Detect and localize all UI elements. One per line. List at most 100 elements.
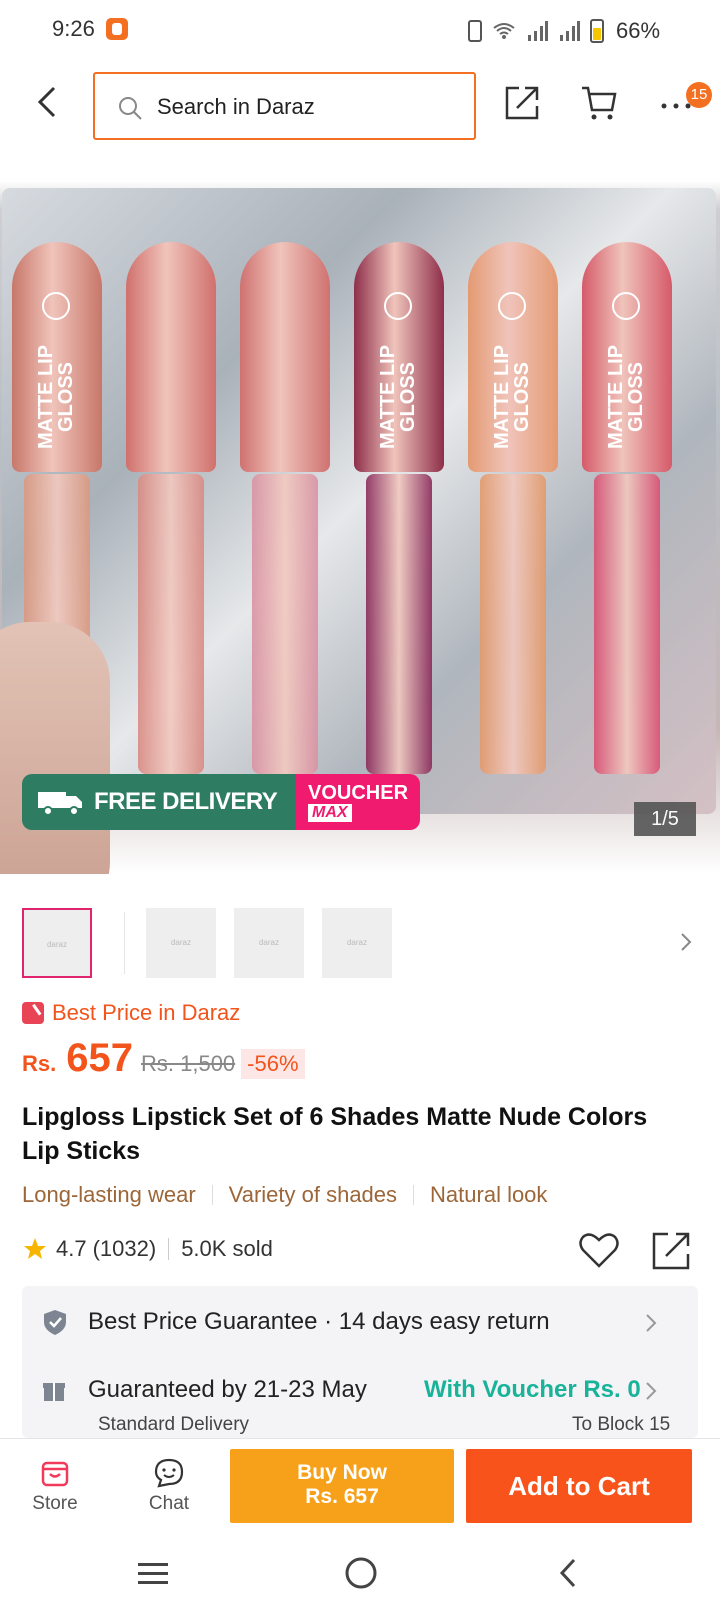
tag-separator [413, 1185, 415, 1205]
lipstick-tube [480, 474, 546, 774]
share-icon[interactable] [503, 84, 541, 122]
brand-logo-icon [384, 292, 412, 320]
wishlist-heart-icon[interactable] [578, 1230, 620, 1270]
tag-item: Natural look [430, 1182, 548, 1207]
thumbnail-divider [124, 912, 125, 974]
discount-badge: -56% [241, 1049, 305, 1079]
delivery-type: Standard Delivery [98, 1414, 250, 1435]
price-currency: Rs. [22, 1051, 57, 1076]
price-tag-icon [22, 1002, 44, 1024]
cart-icon[interactable] [580, 84, 618, 122]
system-navigation-bar [0, 1534, 720, 1612]
battery-percent: 66% [616, 18, 661, 43]
rating-separator [168, 1238, 170, 1260]
lipstick-label: MATTE LIP GLOSS [35, 344, 77, 450]
lipstick-3 [240, 242, 330, 782]
product-tags: Long-lasting wear Variety of shades Natu… [22, 1182, 547, 1208]
thumbnail-4[interactable]: daraz [322, 908, 392, 978]
lipstick-cap: MATTE LIP GLOSS [12, 242, 102, 472]
voucher-text: VOUCHER [308, 782, 409, 804]
recent-apps-icon[interactable] [136, 1560, 170, 1588]
share-icon[interactable] [650, 1230, 692, 1272]
signal-icon [528, 21, 548, 41]
rating-row[interactable]: 4.7 (1032) 5.0K sold [22, 1236, 273, 1262]
status-time: 9:26 [52, 16, 95, 41]
notification-badge: 15 [686, 82, 712, 108]
lipstick-cap: MATTE LIP GLOSS [468, 242, 558, 472]
delivery-location: To Block 15 [572, 1414, 671, 1435]
thumbnail-1[interactable]: daraz [22, 908, 92, 978]
lipstick-2 [126, 242, 216, 782]
best-price-text: Best Price in Daraz [52, 1000, 241, 1025]
original-price: Rs. 1,500 [141, 1051, 236, 1076]
search-icon [119, 97, 142, 120]
free-delivery-badge: FREE DELIVERY [22, 774, 296, 830]
tag-item: Long-lasting wear [22, 1182, 196, 1207]
service-info-card: Best Price Guarantee · 14 days easy retu… [22, 1286, 698, 1438]
brand-logo-icon [498, 292, 526, 320]
voucher-shipping: With Voucher Rs. 0 [424, 1376, 641, 1403]
buy-now-button[interactable]: Buy Now Rs. 657 [230, 1449, 454, 1523]
vibrate-icon [468, 20, 482, 42]
review-count: (1032) [92, 1236, 157, 1261]
brand-logo-icon [612, 292, 640, 320]
best-price-label: Best Price in Daraz [22, 1000, 240, 1026]
daraz-app-icon [106, 18, 128, 40]
buy-now-label: Buy Now [297, 1461, 387, 1484]
product-title: Lipgloss Lipstick Set of 6 Shades Matte … [22, 1103, 648, 1165]
guarantee-row[interactable]: Best Price Guarantee · 14 days easy retu… [22, 1286, 698, 1358]
lipstick-tube [366, 474, 432, 774]
wifi-icon [493, 23, 515, 39]
chevron-right-icon [646, 1382, 657, 1400]
image-counter: 1/5 [634, 802, 696, 836]
system-back-icon[interactable] [556, 1556, 580, 1590]
lipstick-label: MATTE LIP GLOSS [605, 344, 647, 450]
lipstick-cap [240, 242, 330, 472]
lipstick-4: MATTE LIP GLOSS [354, 242, 444, 782]
search-input[interactable]: Search in Daraz [93, 72, 476, 140]
free-delivery-text: FREE DELIVERY [94, 788, 278, 815]
truck-icon [38, 792, 82, 816]
brand-logo-icon [42, 292, 70, 320]
chevron-right-icon [646, 1314, 657, 1332]
chevron-right-icon[interactable] [676, 928, 696, 956]
gift-icon [43, 1383, 65, 1401]
price-row: Rs. 657 Rs. 1,500 -56% [22, 1036, 305, 1081]
voucher-max-badge: VOUCHER MAX [296, 774, 420, 830]
store-icon [41, 1461, 69, 1487]
signal-icon-2 [560, 21, 580, 41]
battery-icon [590, 19, 604, 43]
status-icons: 66% [468, 18, 660, 44]
tag-separator [211, 1185, 213, 1205]
bottom-action-bar: Store Chat Buy Now Rs. 657 Add to Cart [0, 1438, 720, 1534]
thumbnail-strip: daraz daraz daraz daraz [22, 906, 702, 982]
product-image-carousel[interactable]: MATTE LIP GLOSS MATTE LIP GLOSS MATTE LIP … [0, 152, 720, 874]
lipstick-label: MATTE LIP GLOSS [491, 344, 533, 450]
chat-button[interactable]: Chat [134, 1449, 204, 1525]
store-label: Store [32, 1493, 78, 1514]
lipstick-6: MATTE LIP GLOSS [582, 242, 672, 782]
lipstick-cap: MATTE LIP GLOSS [354, 242, 444, 472]
rating-value: 4.7 [56, 1236, 87, 1261]
lipstick-5: MATTE LIP GLOSS [468, 242, 558, 782]
add-to-cart-button[interactable]: Add to Cart [466, 1449, 692, 1523]
buy-now-price: Rs. 657 [305, 1485, 379, 1508]
voucher-max-text: MAX [308, 804, 352, 822]
back-arrow-icon[interactable] [30, 84, 66, 120]
lipstick-tube [138, 474, 204, 774]
delivery-row[interactable]: Guaranteed by 21-23 May With Voucher Rs.… [22, 1358, 698, 1438]
chat-label: Chat [148, 1493, 190, 1514]
guarantee-text: Best Price Guarantee · 14 days easy retu… [88, 1308, 550, 1335]
store-button[interactable]: Store [22, 1449, 88, 1525]
delivery-date: Guaranteed by 21-23 May [88, 1376, 367, 1403]
sold-count: 5.0K sold [181, 1236, 273, 1261]
hand-image [0, 622, 110, 874]
search-placeholder: Search in Daraz [157, 94, 315, 119]
thumbnail-3[interactable]: daraz [234, 908, 304, 978]
thumbnail-2[interactable]: daraz [146, 908, 216, 978]
price-value: 657 [66, 1036, 133, 1080]
lipstick-tube [252, 474, 318, 774]
lipstick-label: MATTE LIP GLOSS [377, 344, 419, 450]
lipstick-cap: MATTE LIP GLOSS [582, 242, 672, 472]
home-icon[interactable] [344, 1556, 378, 1590]
